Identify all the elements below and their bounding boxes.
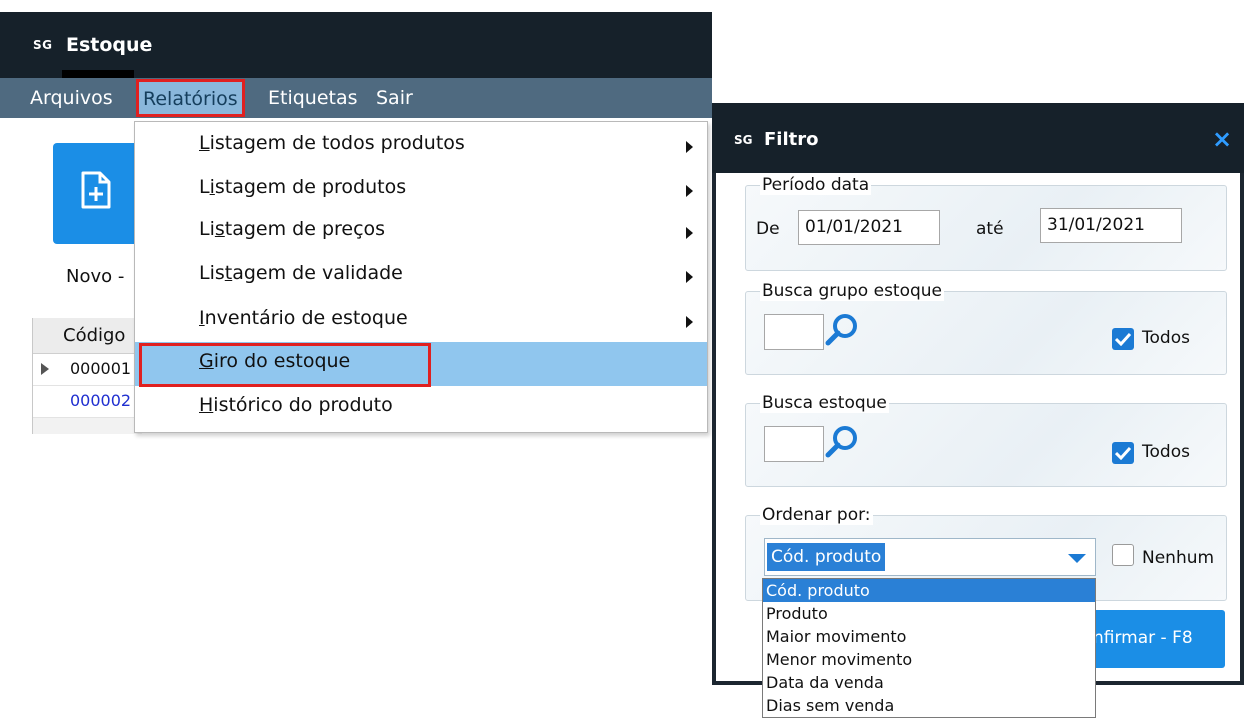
row-pointer-icon <box>41 363 49 375</box>
search-icon[interactable] <box>824 424 860 460</box>
submenu-arrow-icon <box>686 141 693 153</box>
chevron-down-icon[interactable] <box>1068 554 1086 563</box>
option-dias-sem-venda[interactable]: Dias sem venda <box>763 694 1095 717</box>
busca-estoque-group: Busca estoque Todos <box>745 393 1227 487</box>
menu-item-listagem-produtos[interactable]: Listagem de produtos <box>135 168 707 212</box>
option-produto[interactable]: Produto <box>763 602 1095 625</box>
menu-item-giro-estoque[interactable]: Giro do estoque <box>135 342 707 387</box>
dialog-title: Filtro <box>764 129 819 150</box>
relatorios-dropdown: Listagem de todos produtos Listagem de p… <box>134 121 708 433</box>
filtro-title-bar: SG Filtro × <box>712 103 1244 173</box>
estoque-todos-label: Todos <box>1142 442 1190 462</box>
ordenar-selected-value: Cód. produto <box>767 543 886 571</box>
date-from-input[interactable]: 01/01/2021 <box>798 210 940 245</box>
ordenar-select[interactable]: Cód. produto <box>764 538 1096 576</box>
grid-header: Código <box>33 318 143 354</box>
cell-codigo: 000002 <box>70 391 132 410</box>
menu-arquivos[interactable]: Arquivos <box>26 78 117 118</box>
app-logo: SG <box>33 38 53 52</box>
menu-bar: Arquivos Relatórios Etiquetas Sair <box>0 78 712 118</box>
estoque-legend: Busca estoque <box>760 393 889 413</box>
menu-relatorios[interactable]: Relatórios <box>136 79 245 117</box>
menu-etiquetas[interactable]: Etiquetas <box>264 78 362 118</box>
estoque-title-bar: SG Estoque <box>0 12 712 78</box>
de-label: De <box>756 219 780 239</box>
option-cod-produto[interactable]: Cód. produto <box>763 579 1095 602</box>
ate-label: até <box>976 219 1004 239</box>
new-button[interactable] <box>53 143 135 244</box>
nenhum-checkbox[interactable] <box>1112 544 1134 566</box>
ordenar-options-list: Cód. produto Produto Maior movimento Men… <box>762 578 1096 718</box>
confirm-button-label: nfirmar - F8 <box>1093 628 1193 648</box>
column-codigo[interactable]: Código <box>63 325 125 346</box>
cell-codigo: 000001 <box>70 359 132 378</box>
products-grid: Código 000001 000002 <box>32 318 143 434</box>
window-title: Estoque <box>66 34 153 56</box>
submenu-arrow-icon <box>686 227 693 239</box>
option-menor-movimento[interactable]: Menor movimento <box>763 648 1095 671</box>
option-data-venda[interactable]: Data da venda <box>763 671 1095 694</box>
ordenar-legend: Ordenar por: <box>760 505 873 525</box>
grupo-todos-checkbox[interactable] <box>1112 328 1134 350</box>
menu-item-label: Inventário de estoque <box>199 307 408 329</box>
menu-item-listagem-precos[interactable]: Listagem de preços <box>135 210 707 254</box>
menu-sair[interactable]: Sair <box>372 78 417 118</box>
menu-item-label: Histórico do produto <box>199 394 393 416</box>
check-icon <box>1115 446 1131 460</box>
option-maior-movimento[interactable]: Maior movimento <box>763 625 1095 648</box>
submenu-arrow-icon <box>686 185 693 197</box>
menu-item-label: Giro do estoque <box>199 350 351 372</box>
menu-item-label: Listagem de produtos <box>199 176 407 198</box>
search-icon[interactable] <box>824 312 860 348</box>
estoque-search-input[interactable] <box>764 426 824 462</box>
table-row[interactable]: 000002 <box>33 386 143 418</box>
menu-item-label: Listagem de preços <box>199 218 386 240</box>
close-icon[interactable]: × <box>1212 125 1232 153</box>
table-row[interactable]: 000001 <box>33 354 143 386</box>
menu-item-label: Listagem de validade <box>199 262 403 284</box>
menu-item-inventario-estoque[interactable]: Inventário de estoque <box>135 299 707 343</box>
periodo-group: Período data De 01/01/2021 até 31/01/202… <box>745 175 1227 271</box>
periodo-legend: Período data <box>760 175 872 195</box>
grupo-estoque-group: Busca grupo estoque Todos <box>745 281 1227 375</box>
check-icon <box>1115 332 1131 346</box>
menu-item-listagem-validade[interactable]: Listagem de validade <box>135 254 707 298</box>
grupo-todos-label: Todos <box>1142 328 1190 348</box>
date-to-input[interactable]: 31/01/2021 <box>1040 208 1182 243</box>
new-button-label: Novo - <box>66 266 125 287</box>
nenhum-label: Nenhum <box>1142 548 1215 568</box>
menu-item-listagem-todos-produtos[interactable]: Listagem de todos produtos <box>135 124 707 168</box>
new-document-icon <box>81 171 111 209</box>
menu-item-historico-produto[interactable]: Histórico do produto <box>135 386 707 430</box>
grupo-search-input[interactable] <box>764 314 824 350</box>
menu-item-label: Listagem de todos produtos <box>199 132 465 154</box>
estoque-todos-checkbox[interactable] <box>1112 442 1134 464</box>
app-logo: SG <box>734 133 753 147</box>
submenu-arrow-icon <box>686 271 693 283</box>
title-underline <box>62 70 134 78</box>
submenu-arrow-icon <box>686 316 693 328</box>
grupo-legend: Busca grupo estoque <box>760 281 945 301</box>
